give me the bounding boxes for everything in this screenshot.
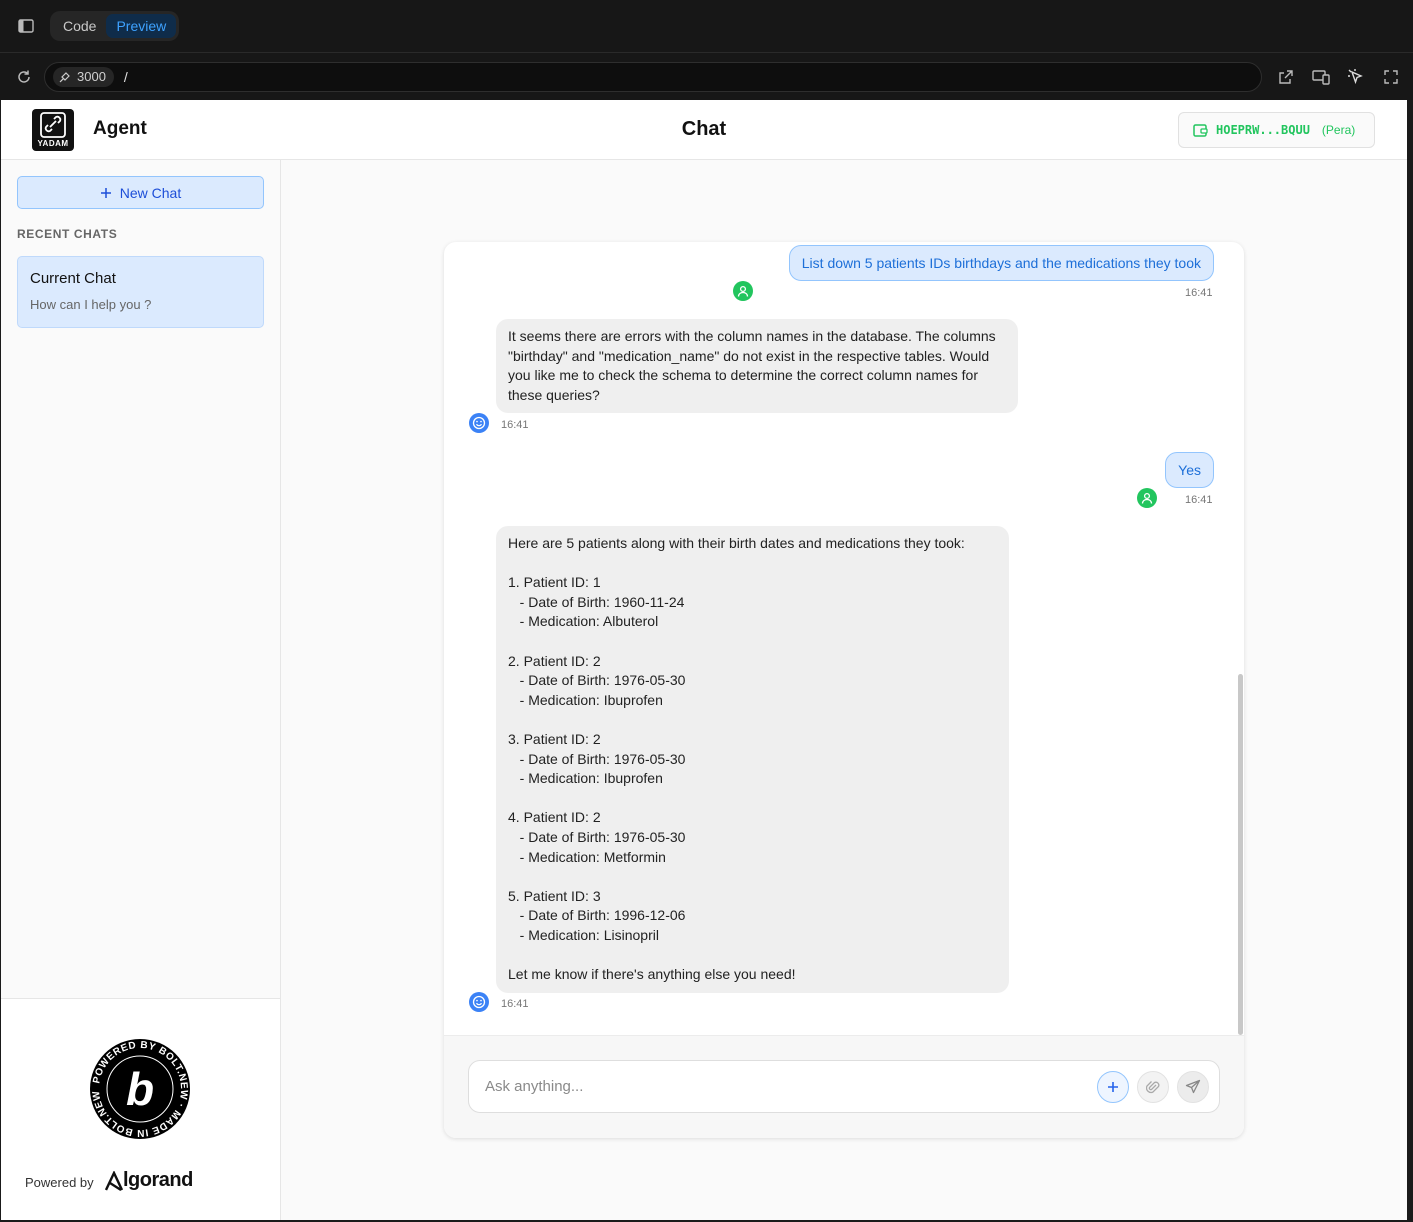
message-time: 16:41 — [501, 419, 529, 431]
message-time: 16:41 — [1185, 494, 1213, 506]
user-avatar-icon — [733, 281, 753, 301]
wallet-button[interactable]: HOEPRW...BQUU (Pera) — [1178, 112, 1375, 148]
sidebar-toggle-icon[interactable] — [16, 16, 36, 36]
paperclip-icon — [1146, 1081, 1160, 1094]
inspect-cursor-icon[interactable] — [1346, 67, 1366, 87]
wallet-icon — [1193, 124, 1208, 137]
url-field[interactable]: 3000 / — [44, 61, 1262, 92]
algorand-logo[interactable]: lgorand — [105, 1169, 193, 1192]
user-message: List down 5 patients IDs birthdays and t… — [788, 245, 1214, 281]
reload-icon[interactable] — [14, 67, 34, 87]
fullscreen-icon[interactable] — [1381, 67, 1401, 87]
message-time: 16:41 — [1185, 287, 1213, 299]
assistant-avatar-icon — [469, 992, 489, 1012]
port-chip[interactable]: 3000 — [53, 66, 114, 87]
chat-list-item[interactable]: Current Chat How can I help you ? — [17, 256, 264, 328]
composer-area — [444, 1035, 1244, 1138]
assistant-message: It seems there are errors with the colum… — [496, 319, 1018, 414]
send-button[interactable] — [1177, 1071, 1209, 1103]
svg-text:b: b — [126, 1063, 154, 1115]
user-avatar-icon — [1137, 488, 1157, 508]
app-header: YADAM Agent Chat HOEPRW...BQUU (Pera) — [1, 100, 1407, 160]
url-path: / — [123, 68, 128, 85]
assistant-avatar-icon — [469, 413, 489, 433]
wallet-provider: (Pera) — [1321, 123, 1356, 137]
device-icon[interactable] — [1311, 67, 1331, 87]
tab-preview[interactable]: Preview — [106, 14, 177, 38]
recent-chats-heading: RECENT CHATS — [17, 227, 118, 241]
new-chat-button[interactable]: New Chat — [17, 176, 264, 209]
message-time: 16:41 — [501, 998, 529, 1010]
algorand-wordmark: lgorand — [123, 1169, 193, 1191]
add-button[interactable] — [1097, 1071, 1129, 1103]
powered-by-label: Powered by — [25, 1175, 94, 1190]
chat-title: Current Chat — [30, 270, 116, 287]
sidebar: New Chat RECENT CHATS Current Chat How c… — [1, 160, 281, 1220]
app-frame: YADAM Agent Chat HOEPRW...BQUU (Pera) Ne… — [1, 100, 1407, 1220]
algorand-a-icon — [105, 1170, 123, 1191]
plus-icon — [100, 187, 111, 198]
chat-panel: List down 5 patients IDs birthdays and t… — [444, 242, 1244, 1138]
wallet-address: HOEPRW...BQUU — [1216, 123, 1310, 137]
sidebar-footer: POWERED BY BOLT.NEW · MADE IN BOLT.NEW ·… — [1, 998, 280, 1220]
bolt-badge-logo[interactable]: POWERED BY BOLT.NEW · MADE IN BOLT.NEW ·… — [90, 1039, 190, 1139]
open-external-icon[interactable] — [1276, 67, 1296, 87]
preview-url-bar: 3000 / — [0, 53, 1413, 100]
new-chat-label: New Chat — [119, 184, 182, 201]
composer — [468, 1060, 1220, 1113]
assistant-message: Here are 5 patients along with their bir… — [496, 526, 1009, 993]
user-message: Yes — [1165, 452, 1214, 488]
ide-toolbar: Code Preview — [0, 0, 1413, 53]
chat-preview: How can I help you ? — [30, 297, 152, 312]
view-switcher: Code Preview — [50, 11, 180, 41]
attach-button[interactable] — [1137, 1071, 1169, 1103]
tab-code[interactable]: Code — [53, 14, 106, 38]
message-list[interactable]: List down 5 patients IDs birthdays and t… — [444, 242, 1244, 1035]
plug-icon — [59, 71, 70, 82]
send-icon — [1185, 1079, 1201, 1094]
message-input[interactable] — [485, 1078, 1085, 1095]
message-scrollbar[interactable] — [1238, 674, 1243, 1035]
port-number: 3000 — [77, 69, 106, 84]
plus-icon — [1108, 1082, 1118, 1092]
